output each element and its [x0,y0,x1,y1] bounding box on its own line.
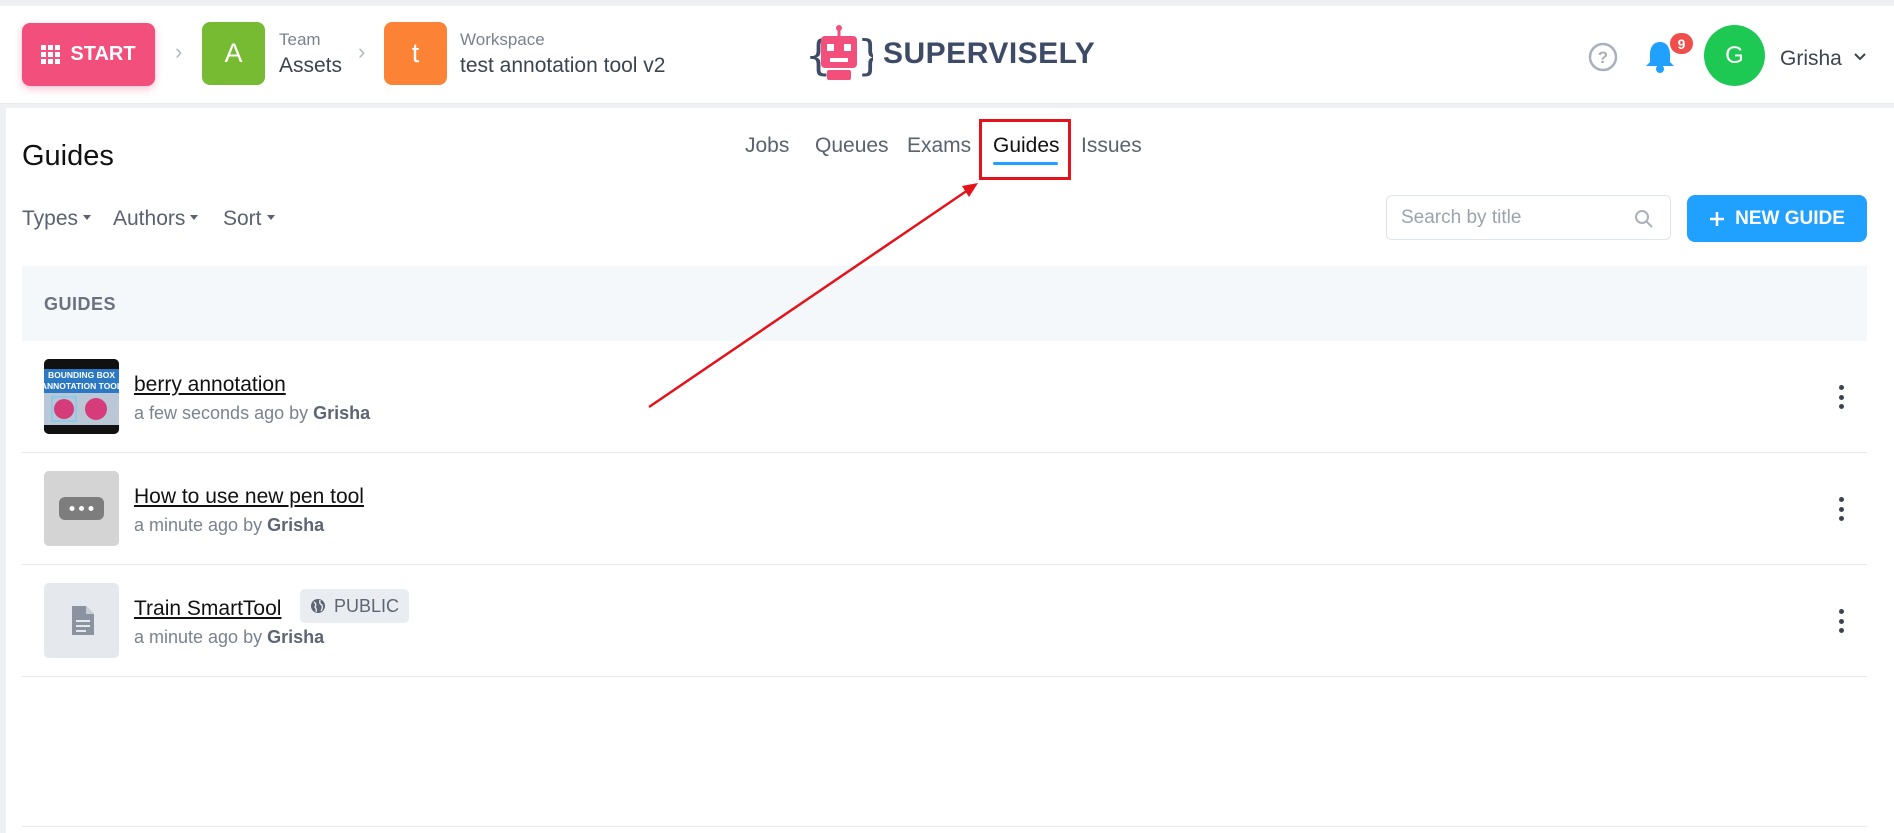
chevron-right-icon: › [358,39,366,64]
chevron-down-icon[interactable] [1853,50,1867,64]
guide-title-link[interactable]: berry annotation [134,373,286,397]
caret-down-icon [83,214,92,220]
video-placeholder-icon [44,471,119,546]
new-guide-button[interactable]: NEW GUIDE [1687,195,1867,242]
notification-badge: 9 [1668,31,1695,56]
top-bar: START › A Team Assets › t Workspace test… [0,6,1894,104]
list-header-label: GUIDES [44,294,117,314]
video-thumbnail-image: BOUNDING BOX ANNOTATION TOOL [44,359,119,434]
user-avatar[interactable]: G [1704,25,1765,86]
plus-icon [1710,211,1725,226]
divider [22,826,1867,827]
guide-thumbnail[interactable]: BOUNDING BOX ANNOTATION TOOL [44,359,119,434]
guide-meta: a minute ago by Grisha [134,515,324,536]
public-badge: PUBLIC [300,589,410,623]
team-name: Assets [279,54,343,77]
guide-title-link[interactable]: Train SmartTool [134,597,281,621]
highlight-annotation-box [979,119,1071,180]
authors-filter[interactable]: Authors [113,207,199,231]
search-icon[interactable] [1634,209,1654,229]
team-breadcrumb[interactable]: Team Assets [279,30,342,78]
svg-text:?: ? [1598,48,1608,67]
workspace-label: Workspace [460,30,545,49]
guide-meta: a minute ago by Grisha [134,627,324,648]
guide-author[interactable]: Grisha [313,403,370,423]
help-icon[interactable]: ? [1588,42,1618,72]
guide-thumbnail[interactable] [44,583,119,658]
svg-text:}: } [857,31,873,80]
team-label: Team [279,30,321,49]
robot-logo-icon: { } [805,25,873,80]
guide-author[interactable]: Grisha [267,627,324,647]
tab-exams[interactable]: Exams [907,134,971,158]
search-box [1386,195,1671,240]
guide-row: Train SmartTool PUBLIC a minute ago by G… [22,565,1867,677]
document-icon [44,583,119,658]
tab-jobs[interactable]: Jobs [745,134,789,158]
guide-time: a few seconds ago by [134,403,309,423]
public-badge-label: PUBLIC [334,595,400,616]
authors-filter-label: Authors [113,207,186,230]
guide-meta: a few seconds ago by Grisha [134,403,370,424]
user-name[interactable]: Grisha [1780,47,1842,71]
guide-row: How to use new pen tool a minute ago by … [22,453,1867,565]
start-label: START [70,43,136,65]
caret-down-icon [190,214,199,220]
team-avatar-letter: A [224,38,243,68]
guide-row: BOUNDING BOX ANNOTATION TOOL berry annot… [22,341,1867,453]
user-avatar-letter: G [1725,41,1744,69]
guide-time: a minute ago by [134,627,263,647]
thumb-text-line-1: BOUNDING BOX [48,370,115,380]
guide-time: a minute ago by [134,515,263,535]
start-button[interactable]: START [22,23,155,86]
logo-text: SUPERVISELY [883,37,1096,70]
more-options-icon[interactable] [1837,385,1845,409]
tab-issues[interactable]: Issues [1081,134,1142,158]
search-input[interactable] [1401,196,1631,239]
new-guide-label: NEW GUIDE [1735,207,1845,229]
sort-filter-label: Sort [223,207,262,230]
tab-queues[interactable]: Queues [815,134,889,158]
workspace-avatar-letter: t [411,38,420,68]
thumb-text-line-2: ANNOTATION TOOL [44,381,119,391]
apps-grid-icon [41,45,61,64]
supervisely-logo[interactable]: { } SUPERVISELY [805,21,1095,87]
types-filter-label: Types [22,207,79,230]
more-options-icon[interactable] [1837,497,1845,521]
workspace-avatar[interactable]: t [384,22,447,85]
sort-filter[interactable]: Sort [223,207,275,231]
workspace-name: test annotation tool v2 [460,54,666,77]
guide-author[interactable]: Grisha [267,515,324,535]
team-avatar[interactable]: A [202,22,265,85]
globe-icon [311,599,325,613]
chevron-right-icon: › [175,39,183,64]
types-filter[interactable]: Types [22,207,92,231]
more-options-icon[interactable] [1837,609,1845,633]
guides-list-header: GUIDES [22,266,1867,341]
guide-thumbnail[interactable] [44,471,119,546]
caret-down-icon [266,214,275,220]
guide-title-link[interactable]: How to use new pen tool [134,485,364,509]
workspace-breadcrumb[interactable]: Workspace test annotation tool v2 [460,30,665,78]
page-title: Guides [22,140,114,172]
